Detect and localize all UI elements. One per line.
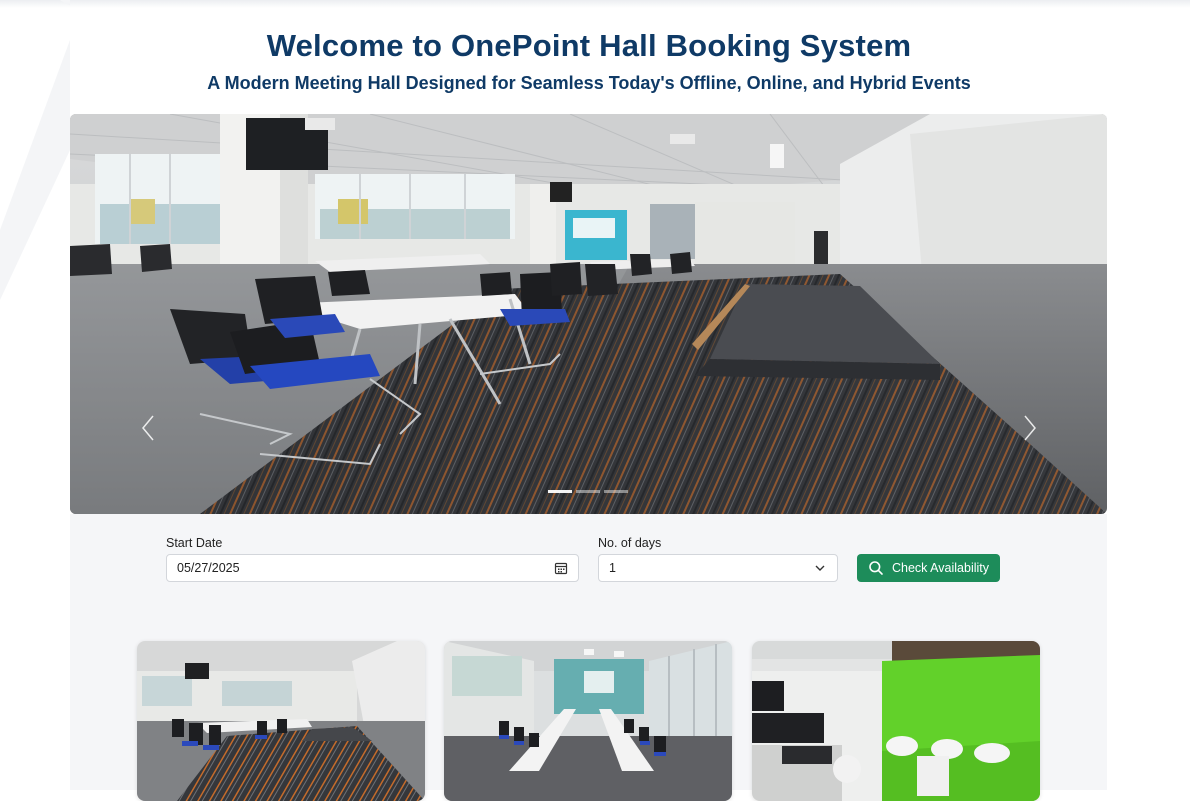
chevron-down-icon	[815, 565, 825, 571]
chevron-right-icon	[1024, 415, 1036, 441]
calendar-icon[interactable]	[554, 561, 568, 575]
carousel-prev-button[interactable]	[134, 410, 164, 446]
start-date-input[interactable]: 05/27/2025	[166, 554, 579, 582]
start-date-label: Start Date	[166, 536, 223, 550]
days-select[interactable]: 1	[598, 554, 838, 582]
gallery-card-1[interactable]	[137, 641, 425, 801]
hall-photo-open-layout	[137, 641, 425, 801]
gallery-card-3[interactable]	[752, 641, 1040, 801]
carousel-indicators	[548, 490, 628, 493]
days-label: No. of days	[598, 536, 662, 550]
carousel-indicator-3[interactable]	[604, 490, 628, 493]
gallery-card-2[interactable]	[444, 641, 732, 801]
page-subtitle: A Modern Meeting Hall Designed for Seaml…	[207, 73, 971, 93]
search-icon	[869, 561, 883, 575]
check-availability-label: Check Availability	[891, 561, 990, 575]
chevron-left-icon	[142, 415, 154, 441]
carousel-indicator-2[interactable]	[576, 490, 600, 493]
check-availability-button[interactable]: Check Availability	[857, 554, 1000, 582]
start-date-value: 05/27/2025	[177, 561, 240, 575]
hall-photo-conference-layout	[444, 641, 732, 801]
page-title: Welcome to OnePoint Hall Booking System	[266, 28, 912, 63]
hero-carousel[interactable]	[70, 114, 1107, 514]
top-shadow-bar	[0, 0, 1190, 8]
carousel-next-button[interactable]	[1014, 410, 1044, 446]
studio-photo-green-screen	[752, 641, 1040, 801]
hero-image-meeting-hall	[70, 114, 1107, 514]
carousel-indicator-1[interactable]	[548, 490, 572, 493]
days-value: 1	[609, 561, 616, 575]
